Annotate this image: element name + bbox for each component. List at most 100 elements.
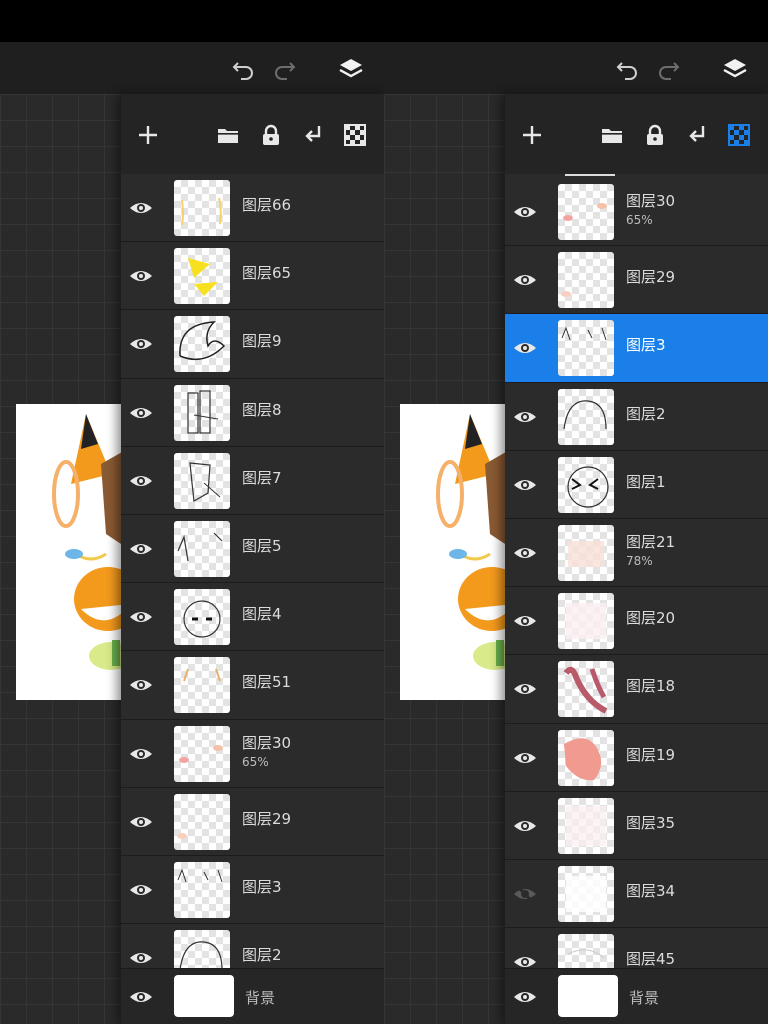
layer-row[interactable]: 图层8 [121, 378, 384, 447]
undo-button[interactable] [228, 54, 258, 84]
top-toolbar [0, 42, 384, 94]
visibility-toggle[interactable] [513, 473, 537, 497]
layer-row[interactable]: 图层20 [505, 587, 768, 656]
group-button[interactable] [215, 122, 241, 148]
lock-icon [647, 124, 663, 145]
layer-thumbnail [558, 729, 614, 786]
lock-button[interactable] [258, 122, 284, 148]
eye-icon [514, 820, 536, 831]
group-button[interactable] [599, 122, 625, 148]
layer-name: 图层66 [242, 196, 292, 214]
layer-name: 图层8 [242, 400, 282, 419]
visibility-toggle[interactable] [129, 469, 153, 493]
visibility-toggle[interactable] [513, 814, 537, 838]
background-layer-row[interactable]: 背景 [121, 968, 384, 1024]
scroll-indicator [565, 174, 615, 176]
layer-row[interactable]: 图层1 [505, 450, 768, 519]
lock-button[interactable] [642, 122, 668, 148]
left-screen: 图层66 图层65 图层9 图层8 图层7 图层5 图层4 图层51 图层30 … [0, 42, 384, 1024]
merge-down-button[interactable] [684, 122, 710, 148]
layer-list: 图层30 65% 图层29 图层3 图层2 图层1 图层21 78% 图层20 … [505, 178, 768, 997]
background-layer-row[interactable]: 背景 [505, 968, 768, 1024]
layer-row[interactable]: 图层34 [505, 859, 768, 929]
visibility-toggle[interactable] [129, 605, 153, 629]
add-layer-button[interactable] [135, 122, 161, 148]
layer-row[interactable]: 图层3 [121, 855, 384, 925]
redo-icon [275, 62, 296, 80]
layer-name: 图层29 [626, 268, 676, 287]
redo-button[interactable] [654, 54, 684, 84]
alpha-lock-button[interactable] [726, 122, 752, 148]
layer-row[interactable]: 图层7 [121, 446, 384, 515]
visibility-toggle[interactable] [513, 746, 537, 770]
layer-thumbnail [558, 456, 614, 513]
visibility-toggle[interactable] [513, 609, 537, 633]
alpha-lock-button[interactable] [342, 122, 368, 148]
layers-button[interactable] [336, 54, 366, 84]
undo-button[interactable] [612, 54, 642, 84]
layer-row[interactable]: 图层35 [505, 791, 768, 860]
layer-row[interactable]: 图层5 [121, 514, 384, 584]
layer-row[interactable]: 图层9 [121, 310, 384, 379]
visibility-toggle[interactable] [129, 673, 153, 697]
visibility-toggle[interactable] [129, 985, 153, 1009]
layer-row[interactable]: 图层30 65% [505, 178, 768, 247]
layer-row[interactable]: 图层51 [121, 651, 384, 720]
eye-icon [514, 616, 536, 627]
visibility-toggle[interactable] [513, 200, 537, 224]
layer-row[interactable]: 图层30 65% [121, 719, 384, 788]
layer-thumbnail [558, 524, 614, 581]
layer-row[interactable]: 图层66 [121, 174, 384, 243]
undo-icon [232, 62, 253, 80]
eye-icon [130, 612, 152, 623]
layer-row[interactable]: 图层29 [121, 787, 384, 856]
eye-icon [130, 680, 152, 691]
add-layer-button[interactable] [519, 122, 545, 148]
visibility-toggle[interactable] [129, 946, 153, 970]
layer-row[interactable]: 图层29 [505, 246, 768, 315]
eye-icon [130, 992, 152, 1002]
layer-thumbnail [558, 661, 614, 718]
layer-thumbnail [558, 593, 614, 650]
eye-icon [130, 543, 152, 554]
merge-down-button[interactable] [300, 122, 326, 148]
layer-row-selected[interactable]: 图层3 [505, 314, 768, 383]
layer-row[interactable]: 图层18 [505, 655, 768, 724]
visibility-toggle[interactable] [129, 810, 153, 834]
visibility-toggle[interactable] [513, 405, 537, 429]
visibility-toggle[interactable] [513, 677, 537, 701]
visibility-toggle[interactable] [513, 985, 537, 1009]
visibility-toggle[interactable] [129, 196, 153, 220]
visibility-toggle[interactable] [513, 541, 537, 565]
eye-icon [514, 207, 536, 217]
redo-icon [659, 62, 680, 80]
visibility-toggle[interactable] [129, 878, 153, 902]
visibility-toggle[interactable] [129, 264, 153, 288]
layer-thumbnail [174, 316, 230, 373]
layer-row[interactable]: 图层65 [121, 242, 384, 311]
layer-row[interactable]: 图层2 [505, 382, 768, 451]
visibility-toggle[interactable] [513, 882, 537, 906]
layer-row[interactable]: 图层19 [505, 723, 768, 792]
visibility-toggle[interactable] [129, 332, 153, 356]
layer-list: 图层66 图层65 图层9 图层8 图层7 图层5 图层4 图层51 图层30 … [121, 174, 384, 993]
layer-thumbnail [174, 248, 230, 305]
visibility-toggle[interactable] [513, 336, 537, 360]
layer-row[interactable]: 图层21 78% [505, 518, 768, 588]
layers-panel-right: 图层30 65% 图层29 图层3 图层2 图层1 图层21 78% 图层20 … [505, 94, 768, 1024]
visibility-toggle[interactable] [513, 268, 537, 292]
layer-opacity: 65% [242, 754, 269, 769]
redo-button[interactable] [270, 54, 300, 84]
alpha-lock-icon [728, 124, 750, 146]
eye-hidden-icon [514, 884, 536, 903]
visibility-toggle[interactable] [129, 401, 153, 425]
layer-name: 图层30 [626, 192, 676, 210]
layers-button[interactable] [720, 54, 750, 84]
visibility-toggle[interactable] [129, 537, 153, 561]
layer-row[interactable]: 图层4 [121, 583, 384, 652]
eye-icon [130, 339, 152, 350]
layer-thumbnail [558, 320, 614, 377]
eye-icon [514, 411, 536, 422]
layer-name: 图层9 [242, 332, 282, 351]
visibility-toggle[interactable] [129, 742, 153, 766]
